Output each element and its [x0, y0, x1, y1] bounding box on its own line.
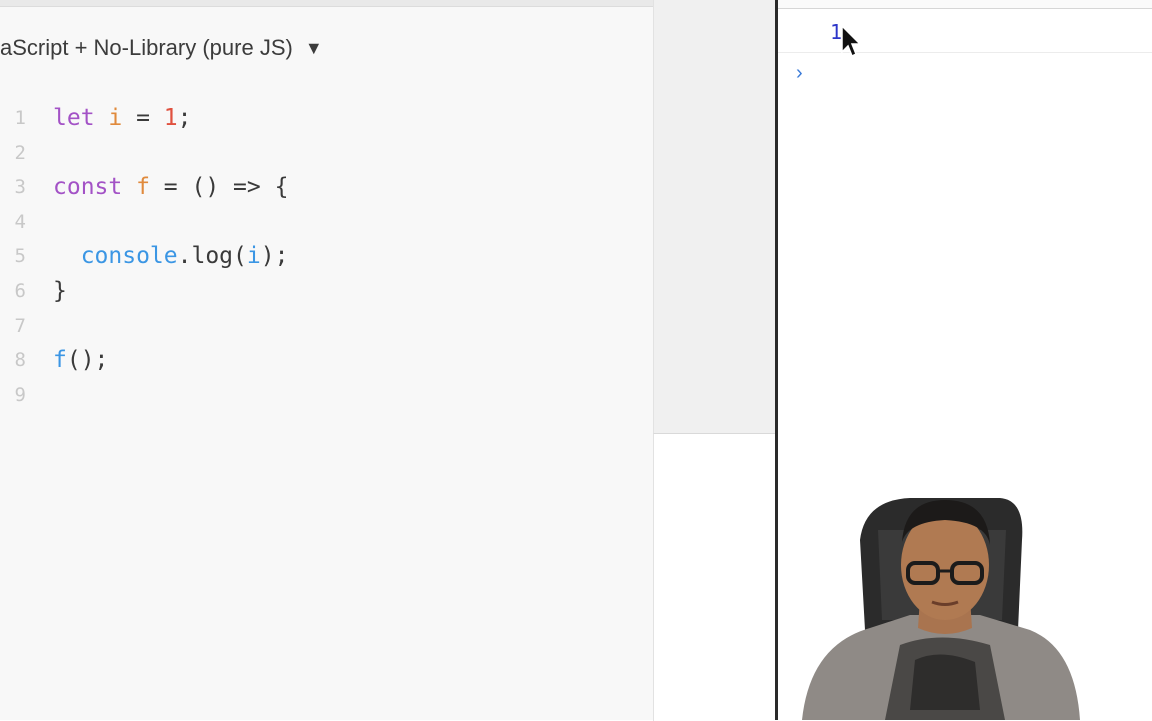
editor-top-border — [0, 0, 653, 7]
code-line[interactable]: 4 — [0, 205, 653, 240]
code-token: } — [53, 277, 67, 304]
language-label: aScript + No-Library (pure JS) — [0, 35, 293, 60]
code-token: const — [53, 174, 137, 201]
code-token: .log( — [177, 243, 247, 270]
line-number: 5 — [14, 245, 26, 268]
code-token: ); — [260, 243, 289, 270]
code-text: const f = () => { — [53, 170, 288, 205]
code-token: ; — [177, 105, 192, 131]
code-token: = — [122, 105, 164, 131]
code-line[interactable]: 5 console.log(i); — [0, 239, 653, 274]
line-number: 7 — [14, 314, 26, 337]
code-line[interactable]: 2 — [0, 136, 653, 171]
code-line[interactable]: 6} — [0, 274, 653, 309]
code-token: 1 — [163, 105, 178, 131]
code-text: let i = 1; — [53, 101, 192, 136]
line-number: 6 — [14, 279, 26, 302]
code-token: console — [53, 243, 178, 270]
line-number: 3 — [14, 176, 26, 199]
code-text: f(); — [53, 343, 108, 378]
line-number: 4 — [14, 210, 26, 233]
code-token: f — [53, 347, 67, 374]
pane-gutter — [653, 0, 776, 433]
code-token: = () => { — [149, 174, 289, 201]
code-line[interactable]: 8 f(); — [0, 343, 653, 378]
presenter-webcam — [802, 498, 1080, 720]
code-editor-pane[interactable]: aScript + No-Library (pure JS) ▼ 1 let i … — [0, 0, 653, 720]
line-number: 9 — [14, 383, 26, 406]
code-token: let — [53, 105, 109, 131]
language-selector[interactable]: aScript + No-Library (pure JS) ▼ — [0, 34, 323, 62]
chevron-right-icon[interactable]: › — [796, 62, 803, 85]
code-line[interactable]: 9 — [0, 378, 653, 413]
caret-down-icon: ▼ — [304, 37, 323, 58]
line-number: 2 — [14, 141, 26, 164]
code-token: (); — [66, 347, 109, 374]
code-text: console.log(i); — [53, 239, 289, 274]
pane-gutter-lower — [653, 433, 776, 721]
line-number: 1 — [14, 107, 26, 129]
code-area[interactable]: 1 let i = 1; 2 3 const f = () => {4 5 console… — [0, 101, 653, 412]
code-line[interactable]: 1 let i = 1; — [0, 101, 653, 136]
code-token: i — [108, 105, 123, 131]
code-line[interactable]: 3 const f = () => { — [0, 170, 653, 205]
line-number: 8 — [14, 349, 26, 372]
code-token: f — [136, 174, 150, 201]
code-text: } — [53, 274, 67, 309]
mouse-pointer-icon — [841, 24, 862, 58]
code-token: i — [246, 243, 261, 270]
console-output-row: 1 — [778, 8, 1152, 53]
code-line[interactable]: 7 — [0, 309, 653, 344]
